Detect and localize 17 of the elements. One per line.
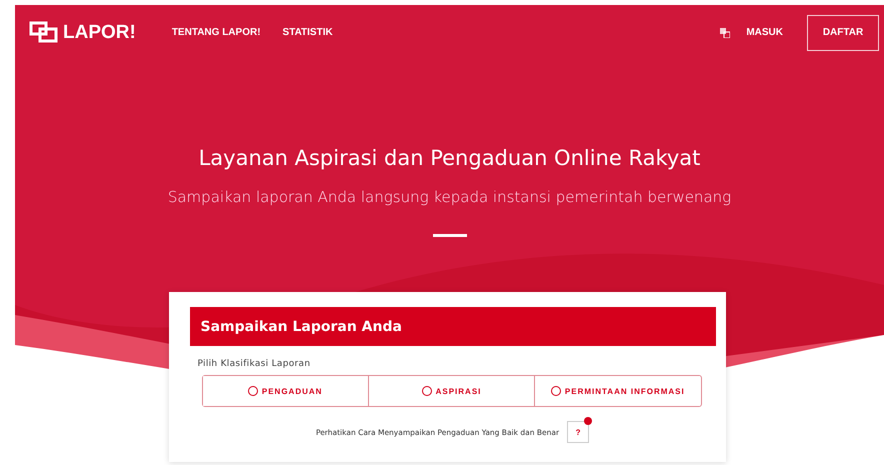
radio-icon bbox=[422, 386, 432, 396]
notification-dot bbox=[584, 417, 592, 425]
nav-link[interactable]: TENTANG LAPOR! bbox=[172, 27, 261, 38]
classification-label: Pilih Klasifikasi Laporan bbox=[198, 359, 312, 369]
radio-icon bbox=[248, 386, 258, 396]
translate-icon[interactable] bbox=[720, 28, 730, 38]
brand-name: LAPOR! bbox=[63, 22, 136, 44]
login-link[interactable]: MASUK bbox=[746, 27, 783, 38]
hero-title: Layanan Aspirasi dan Pengaduan Online Rakyat bbox=[198, 146, 700, 170]
hero-divider bbox=[432, 234, 466, 237]
hero-subtitle: Sampaikan laporan Anda langsung kepada instansi pemerintah berwenang bbox=[168, 188, 732, 206]
radio-icon bbox=[550, 386, 561, 396]
register-button[interactable]: DAFTAR bbox=[807, 14, 879, 50]
classification-option[interactable]: PERMINTAAN INFORMASI bbox=[534, 376, 700, 406]
card-title: Sampaikan Laporan Anda bbox=[190, 307, 716, 346]
nav-link[interactable]: STATISTIK bbox=[282, 27, 333, 38]
logo-icon bbox=[29, 20, 59, 44]
